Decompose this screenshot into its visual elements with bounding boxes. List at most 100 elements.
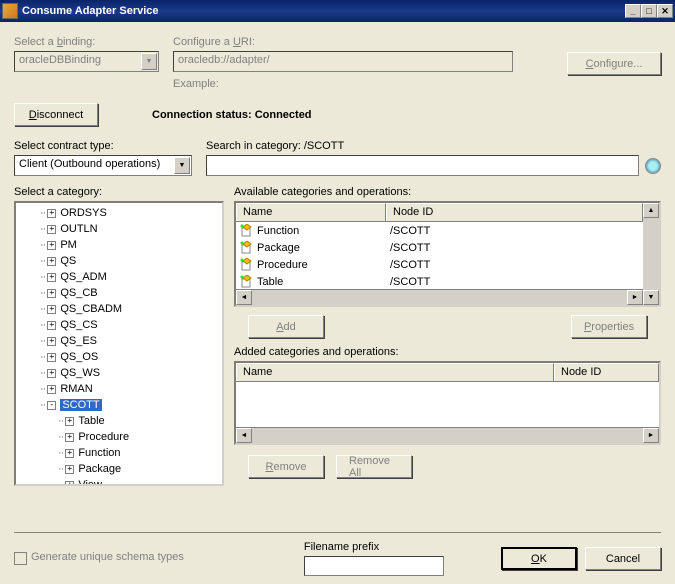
- search-label: Search in category: /SCOTT: [206, 140, 661, 152]
- search-icon[interactable]: [645, 158, 661, 174]
- chevron-down-icon: ▼: [141, 53, 157, 70]
- available-list[interactable]: Name Node ID Function/SCOTTPackage/SCOTT…: [234, 201, 661, 307]
- ok-button[interactable]: OK: [501, 547, 577, 570]
- tree-label: QS_WS: [60, 367, 100, 379]
- gen-schema-checkbox: [14, 552, 27, 565]
- tree-item-rman[interactable]: ··+RMAN: [18, 381, 220, 397]
- tree-item-function[interactable]: ··+Function: [18, 445, 220, 461]
- tree-toggle-icon[interactable]: +: [47, 257, 56, 266]
- tree-item-qs_cb[interactable]: ··+QS_CB: [18, 285, 220, 301]
- binding-label: Select a binding:: [14, 36, 159, 48]
- tree-toggle-icon[interactable]: -: [47, 401, 56, 410]
- cancel-button[interactable]: Cancel: [585, 547, 661, 570]
- col-name[interactable]: Name: [236, 203, 386, 221]
- tree-item-outln[interactable]: ··+OUTLN: [18, 221, 220, 237]
- cell-nodeid: /SCOTT: [386, 258, 434, 272]
- tree-label: SCOTT: [60, 399, 101, 411]
- binding-combo: oracleDBBinding ▼: [14, 51, 159, 72]
- tree-toggle-icon[interactable]: +: [65, 465, 74, 474]
- tree-label: QS_CBADM: [60, 303, 122, 315]
- uri-label: Configure a URI:: [173, 36, 547, 48]
- tree-toggle-icon[interactable]: +: [47, 225, 56, 234]
- col-name[interactable]: Name: [236, 363, 554, 381]
- tree-toggle-icon[interactable]: +: [65, 433, 74, 442]
- example-label: Example:: [173, 78, 547, 90]
- tree-item-package[interactable]: ··+Package: [18, 461, 220, 477]
- scroll-right-icon[interactable]: ►: [643, 428, 659, 443]
- list-row[interactable]: Package/SCOTT: [236, 239, 643, 256]
- list-row[interactable]: Procedure/SCOTT: [236, 256, 643, 273]
- tree-item-ordsys[interactable]: ··+ORDSYS: [18, 205, 220, 221]
- list-row[interactable]: Table/SCOTT: [236, 273, 643, 289]
- v-scrollbar[interactable]: ▲ ▼: [643, 203, 659, 305]
- tree-toggle-icon[interactable]: +: [47, 337, 56, 346]
- tree-item-table[interactable]: ··+Table: [18, 413, 220, 429]
- scroll-left-icon[interactable]: ◄: [236, 290, 252, 305]
- maximize-button[interactable]: □: [641, 4, 657, 18]
- tree-label: OUTLN: [60, 223, 97, 235]
- tree-item-view[interactable]: ··+View: [18, 477, 220, 486]
- tree-item-qs[interactable]: ··+QS: [18, 253, 220, 269]
- tree-toggle-icon[interactable]: +: [47, 209, 56, 218]
- col-nodeid[interactable]: Node ID: [386, 203, 643, 221]
- tree-item-qs_cbadm[interactable]: ··+QS_CBADM: [18, 301, 220, 317]
- list-row[interactable]: Function/SCOTT: [236, 222, 643, 239]
- search-input[interactable]: [206, 155, 639, 176]
- tree-toggle-icon[interactable]: +: [65, 481, 74, 487]
- tree-toggle-icon[interactable]: +: [47, 385, 56, 394]
- tree-label: QS_ES: [60, 335, 97, 347]
- scroll-left-icon[interactable]: ◄: [236, 428, 252, 443]
- tree-label: ORDSYS: [60, 207, 106, 219]
- col-nodeid[interactable]: Node ID: [554, 363, 659, 381]
- tree-toggle-icon[interactable]: +: [47, 369, 56, 378]
- contract-combo[interactable]: Client (Outbound operations) ▼: [14, 155, 192, 176]
- tree-item-pm[interactable]: ··+PM: [18, 237, 220, 253]
- tree-toggle-icon[interactable]: +: [65, 417, 74, 426]
- dialog-body: Select a binding: oracleDBBinding ▼ Conf…: [0, 22, 675, 584]
- tree-item-procedure[interactable]: ··+Procedure: [18, 429, 220, 445]
- tree-toggle-icon[interactable]: +: [47, 321, 56, 330]
- minimize-button[interactable]: _: [625, 4, 641, 18]
- tree-label: Table: [78, 415, 104, 427]
- tree-label: Function: [78, 447, 120, 459]
- close-button[interactable]: ✕: [657, 4, 673, 18]
- tree-toggle-icon[interactable]: +: [47, 241, 56, 250]
- tree-item-qs_adm[interactable]: ··+QS_ADM: [18, 269, 220, 285]
- category-tree[interactable]: ··+ORDSYS··+OUTLN··+PM··+QS··+QS_ADM··+Q…: [14, 201, 224, 486]
- tree-toggle-icon[interactable]: +: [47, 353, 56, 362]
- scroll-up-icon[interactable]: ▲: [643, 203, 659, 218]
- category-icon: [240, 275, 254, 289]
- tree-toggle-icon[interactable]: +: [47, 273, 56, 282]
- tree-toggle-icon[interactable]: +: [47, 305, 56, 314]
- available-label: Available categories and operations:: [234, 186, 661, 198]
- chevron-down-icon[interactable]: ▼: [174, 157, 190, 174]
- tree-item-qs_es[interactable]: ··+QS_ES: [18, 333, 220, 349]
- tree-toggle-icon[interactable]: +: [65, 449, 74, 458]
- tree-item-qs_cs[interactable]: ··+QS_CS: [18, 317, 220, 333]
- added-list[interactable]: Name Node ID ◄ ►: [234, 361, 661, 445]
- cell-name: Table: [236, 274, 386, 290]
- gen-schema-label: Generate unique schema types: [31, 551, 184, 563]
- contract-value: Client (Outbound operations): [19, 158, 171, 170]
- disconnect-button[interactable]: Disconnect: [14, 103, 98, 126]
- category-icon: [240, 241, 254, 255]
- uri-textbox: oracledb://adapter/: [173, 51, 513, 72]
- remove-all-button: Remove All: [336, 455, 412, 478]
- window-title: Consume Adapter Service: [22, 5, 625, 17]
- tree-item-qs_ws[interactable]: ··+QS_WS: [18, 365, 220, 381]
- tree-label: PM: [60, 239, 77, 251]
- h-scrollbar[interactable]: ◄ ►: [236, 427, 659, 443]
- tree-label: Procedure: [78, 431, 129, 443]
- h-scrollbar[interactable]: ◄ ►: [236, 289, 643, 305]
- filename-input[interactable]: [304, 556, 444, 576]
- add-button: Add: [248, 315, 324, 338]
- connection-status: Connection status: Connected: [152, 109, 312, 121]
- tree-item-qs_os[interactable]: ··+QS_OS: [18, 349, 220, 365]
- tree-label: RMAN: [60, 383, 92, 395]
- tree-item-scott[interactable]: ··-SCOTT: [18, 397, 220, 413]
- titlebar[interactable]: Consume Adapter Service _ □ ✕: [0, 0, 675, 22]
- filename-label: Filename prefix: [304, 541, 444, 553]
- scroll-down-icon[interactable]: ▼: [643, 290, 659, 305]
- tree-toggle-icon[interactable]: +: [47, 289, 56, 298]
- scroll-right-icon[interactable]: ►: [627, 290, 643, 305]
